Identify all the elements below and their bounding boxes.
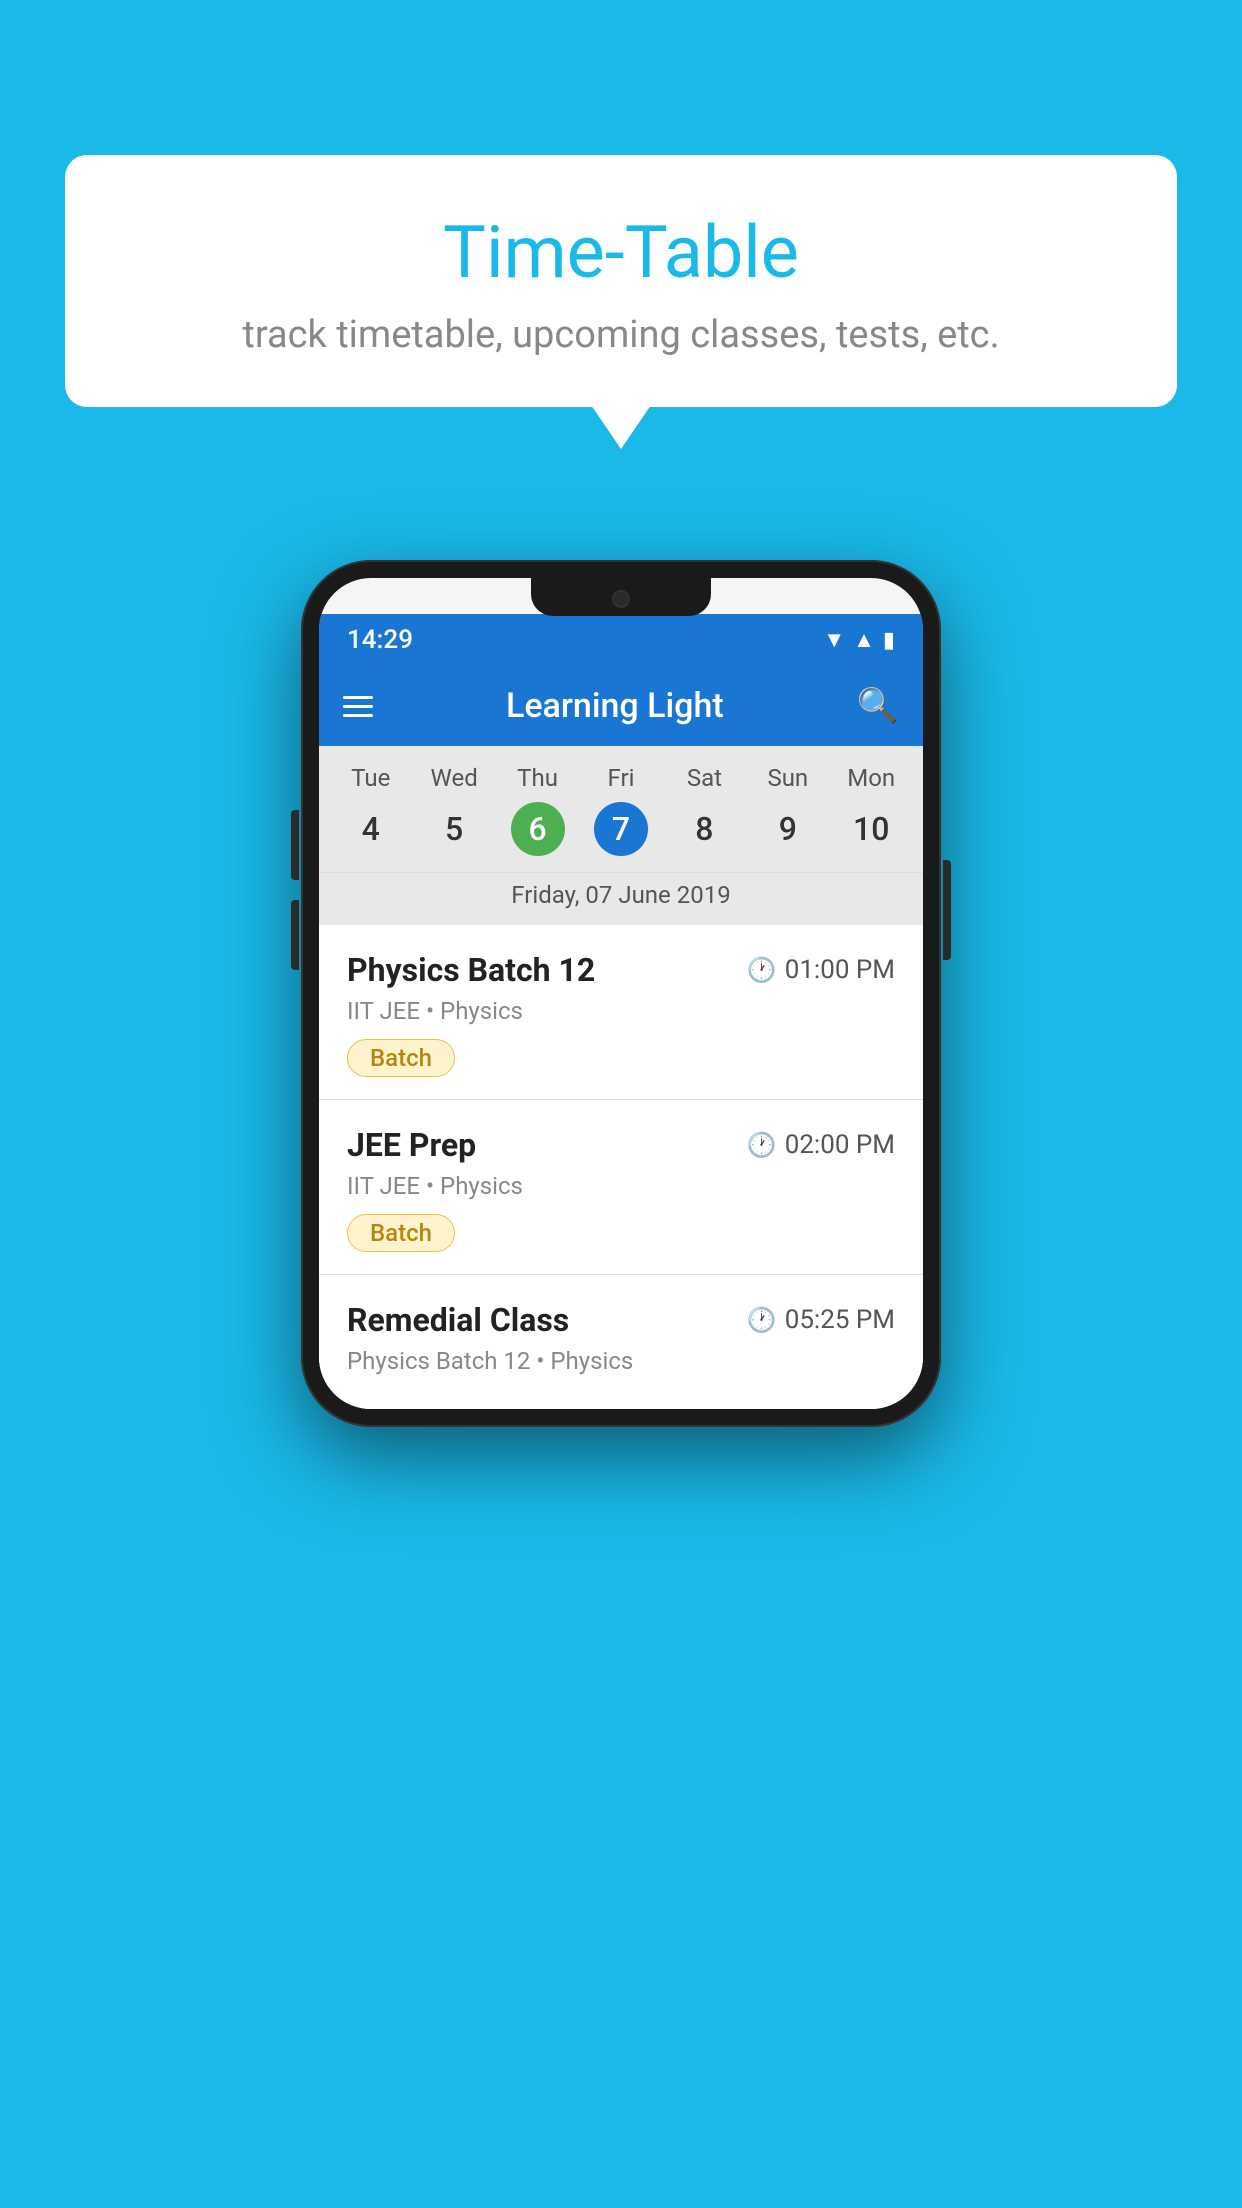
schedule-item-title: JEE Prep xyxy=(347,1126,476,1164)
day-name: Sun xyxy=(767,764,808,792)
schedule-item[interactable]: Physics Batch 12 🕐 01:00 PM IIT JEE • Physi… xyxy=(319,925,923,1100)
schedule-item-subtitle: Physics Batch 12 • Physics xyxy=(347,1347,895,1375)
schedule-item-time: 🕐 01:00 PM xyxy=(747,955,895,985)
phone-mockup: 14:29 ▼ ▲ ▮ Learning Light 🔍 xyxy=(301,560,941,1427)
day-number[interactable]: 10 xyxy=(844,802,898,856)
schedule-item-title: Physics Batch 12 xyxy=(347,951,595,989)
schedule-item-time: 🕐 02:00 PM xyxy=(747,1130,895,1160)
wifi-icon: ▼ xyxy=(823,627,845,653)
day-col-6[interactable]: Thu 6 xyxy=(496,764,579,856)
schedule-item-time: 🕐 05:25 PM xyxy=(747,1305,895,1335)
phone-notch xyxy=(531,578,711,616)
day-col-9[interactable]: Sun 9 xyxy=(746,764,829,856)
day-col-8[interactable]: Sat 8 xyxy=(663,764,746,856)
schedule-item[interactable]: JEE Prep 🕐 02:00 PM IIT JEE • Physics Batch xyxy=(319,1100,923,1275)
schedule-item-header: Physics Batch 12 🕐 01:00 PM xyxy=(347,951,895,989)
speech-bubble-container: Time-Table track timetable, upcoming cla… xyxy=(65,155,1177,407)
day-number[interactable]: 6 xyxy=(511,802,565,856)
time-text: 02:00 PM xyxy=(785,1130,895,1160)
signal-icon: ▲ xyxy=(853,627,875,653)
search-icon[interactable]: 🔍 xyxy=(857,686,899,726)
status-icons: ▼ ▲ ▮ xyxy=(823,627,895,653)
bubble-title: Time-Table xyxy=(125,210,1117,295)
phone-outer: 14:29 ▼ ▲ ▮ Learning Light 🔍 xyxy=(301,560,941,1427)
schedule-item-subtitle: IIT JEE • Physics xyxy=(347,997,895,1025)
status-time: 14:29 xyxy=(347,625,413,655)
status-bar: 14:29 ▼ ▲ ▮ xyxy=(319,614,923,666)
schedule-item-header: Remedial Class 🕐 05:25 PM xyxy=(347,1301,895,1339)
calendar-header: Tue 4 Wed 5 Thu 6 Fri 7 Sat 8 Sun 9 Mon 10 Friday, 07… xyxy=(319,746,923,925)
day-col-4[interactable]: Tue 4 xyxy=(329,764,412,856)
app-header: Learning Light 🔍 xyxy=(319,666,923,746)
day-col-7[interactable]: Fri 7 xyxy=(579,764,662,856)
batch-badge: Batch xyxy=(347,1214,455,1252)
front-camera xyxy=(612,590,630,608)
schedule-list: Physics Batch 12 🕐 01:00 PM IIT JEE • Physi… xyxy=(319,925,923,1409)
day-col-5[interactable]: Wed 5 xyxy=(412,764,495,856)
clock-icon: 🕐 xyxy=(747,1306,777,1334)
phone-screen: 14:29 ▼ ▲ ▮ Learning Light 🔍 xyxy=(319,578,923,1409)
selected-date-label: Friday, 07 June 2019 xyxy=(319,872,923,925)
schedule-item-title: Remedial Class xyxy=(347,1301,569,1339)
day-name: Fri xyxy=(608,764,635,792)
app-title: Learning Light xyxy=(506,686,724,726)
battery-icon: ▮ xyxy=(883,628,895,653)
day-name: Sat xyxy=(687,764,722,792)
day-number[interactable]: 9 xyxy=(761,802,815,856)
speech-bubble: Time-Table track timetable, upcoming cla… xyxy=(65,155,1177,407)
day-number[interactable]: 5 xyxy=(427,802,481,856)
day-number[interactable]: 7 xyxy=(594,802,648,856)
days-row: Tue 4 Wed 5 Thu 6 Fri 7 Sat 8 Sun 9 Mon 10 xyxy=(319,764,923,866)
hamburger-button[interactable] xyxy=(343,696,373,717)
day-number[interactable]: 4 xyxy=(344,802,398,856)
day-name: Mon xyxy=(847,764,895,792)
batch-badge: Batch xyxy=(347,1039,455,1077)
bubble-subtitle: track timetable, upcoming classes, tests… xyxy=(125,313,1117,357)
day-name: Wed xyxy=(431,764,478,792)
schedule-item-header: JEE Prep 🕐 02:00 PM xyxy=(347,1126,895,1164)
clock-icon: 🕐 xyxy=(747,1131,777,1159)
day-col-10[interactable]: Mon 10 xyxy=(830,764,913,856)
schedule-item[interactable]: Remedial Class 🕐 05:25 PM Physics Batch 12 … xyxy=(319,1275,923,1409)
day-name: Thu xyxy=(517,764,558,792)
clock-icon: 🕐 xyxy=(747,956,777,984)
day-number[interactable]: 8 xyxy=(677,802,731,856)
time-text: 01:00 PM xyxy=(785,955,895,985)
schedule-item-subtitle: IIT JEE • Physics xyxy=(347,1172,895,1200)
time-text: 05:25 PM xyxy=(785,1305,895,1335)
day-name: Tue xyxy=(351,764,390,792)
